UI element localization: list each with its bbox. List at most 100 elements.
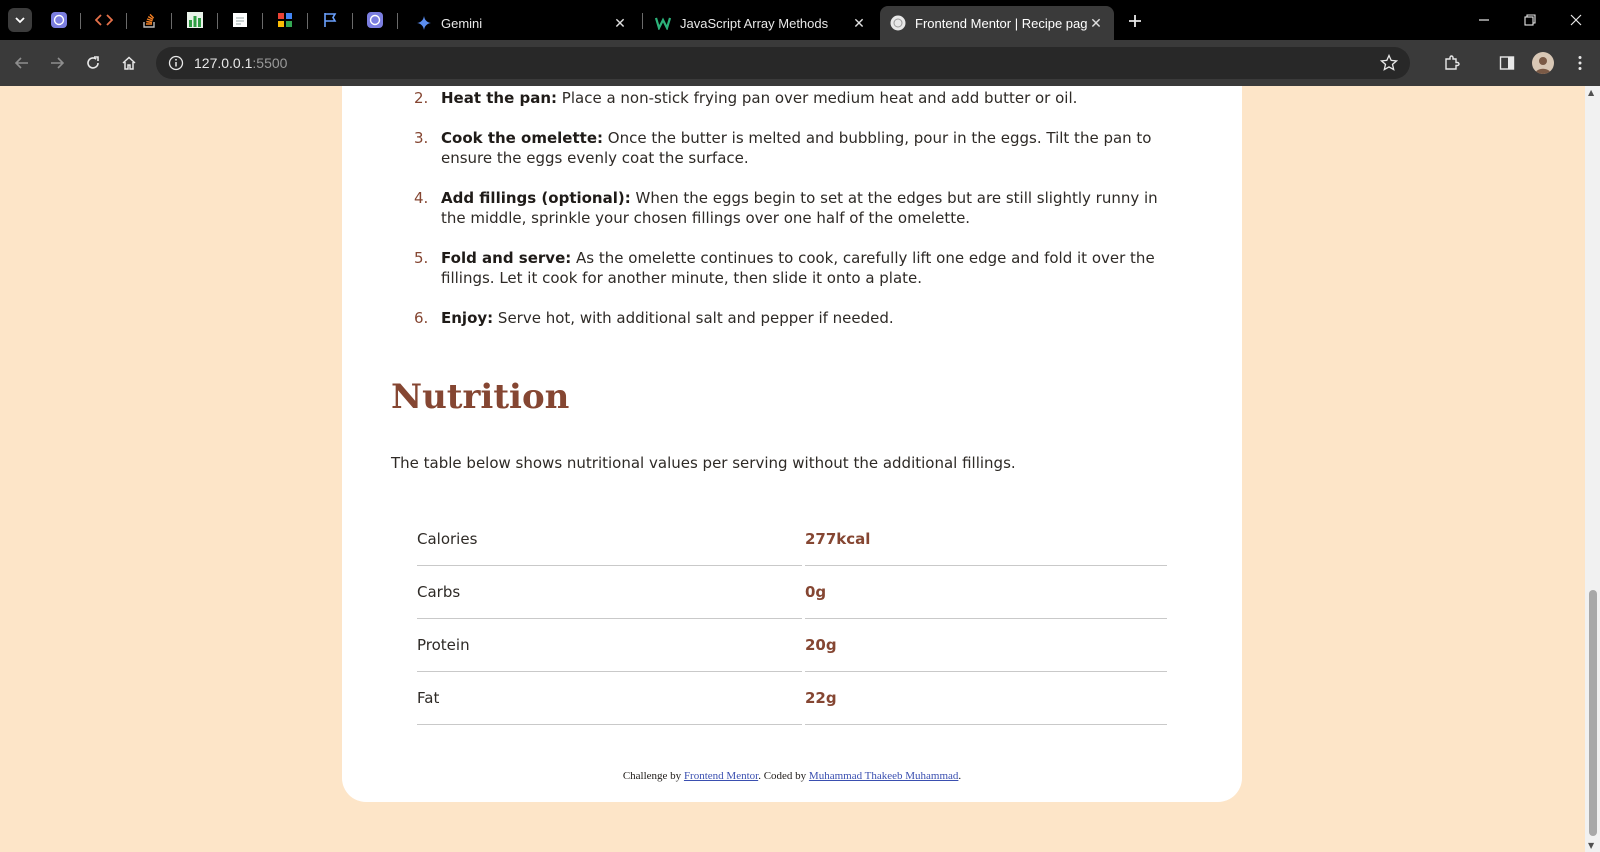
- tab-search-button[interactable]: [8, 8, 32, 32]
- bookmark-star-icon[interactable]: [1380, 54, 1398, 72]
- tab-separator: [80, 13, 81, 29]
- code-brackets-icon: [95, 14, 113, 26]
- tab-separator: [171, 13, 172, 29]
- instructions-list: 2. Heat the pan: Place a non-stick frying…: [414, 88, 1184, 348]
- footer-middle: . Coded by: [758, 770, 809, 782]
- forward-button[interactable]: [45, 51, 69, 75]
- pinned-tab-apps[interactable]: [273, 8, 297, 32]
- extensions-button[interactable]: [1440, 51, 1464, 75]
- info-icon[interactable]: [168, 55, 184, 71]
- reload-button[interactable]: [81, 51, 105, 75]
- tab-title: Gemini: [441, 15, 483, 31]
- colorful-logo-icon: [278, 13, 292, 27]
- footer-prefix: Challenge by: [622, 770, 684, 782]
- tab-separator: [352, 13, 353, 29]
- pinned-tab-chatgpt-2[interactable]: [363, 8, 387, 32]
- stackoverflow-icon: [143, 13, 155, 28]
- tab-gemini[interactable]: Gemini ✕: [406, 6, 638, 40]
- step-text: Place a non-stick frying pan over medium…: [557, 89, 1078, 107]
- browser-toolbar: 127.0.0.1:5500: [0, 40, 1600, 86]
- tab-separator: [397, 13, 398, 29]
- nutrition-heading: Nutrition: [391, 377, 570, 417]
- scroll-up-arrow-icon[interactable]: ▲: [1588, 88, 1594, 97]
- side-panel-icon: [1499, 56, 1515, 70]
- tab-separator: [307, 13, 308, 29]
- step-number: 2.: [414, 89, 429, 107]
- footer-suffix: .: [958, 770, 962, 782]
- close-icon[interactable]: ✕: [1088, 15, 1104, 31]
- pinned-tab-code[interactable]: [92, 8, 116, 32]
- step-title: Fold and serve:: [441, 249, 572, 267]
- close-window-button[interactable]: [1558, 6, 1594, 34]
- close-icon[interactable]: ✕: [612, 15, 628, 31]
- new-tab-button[interactable]: [1124, 10, 1146, 32]
- nutrient-label: Fat: [417, 672, 802, 725]
- step-title: Enjoy:: [441, 309, 494, 327]
- recipe-card: 2. Heat the pan: Place a non-stick frying…: [342, 86, 1242, 802]
- profile-avatar[interactable]: [1532, 52, 1554, 74]
- minimize-button[interactable]: [1466, 6, 1502, 34]
- nutrient-label: Protein: [417, 619, 802, 672]
- pinned-tab-flag[interactable]: [318, 8, 342, 32]
- nutrient-label: Carbs: [417, 566, 802, 619]
- pinned-tab-doc[interactable]: [228, 8, 252, 32]
- kebab-menu-icon: [1578, 56, 1582, 70]
- close-icon: [1570, 14, 1582, 26]
- openai-icon: [367, 12, 383, 28]
- list-item: 4. Add fillings (optional): When the eggs…: [414, 188, 1184, 228]
- avatar-icon: [1535, 57, 1551, 74]
- arrow-left-icon: [14, 57, 28, 69]
- list-item: 5. Fold and serve: As the omelette contin…: [414, 248, 1184, 288]
- minimize-icon: [1479, 19, 1489, 21]
- restore-button[interactable]: [1512, 6, 1548, 34]
- step-title: Cook the omelette:: [441, 129, 603, 147]
- frontend-mentor-link[interactable]: Frontend Mentor: [684, 770, 758, 782]
- openai-icon: [51, 12, 67, 28]
- table-row: Calories 277kcal: [417, 513, 1167, 566]
- pinned-tab-chatgpt[interactable]: [47, 8, 71, 32]
- nutrient-value: 22g: [805, 672, 1167, 725]
- gemini-icon: [416, 15, 432, 31]
- list-item: 6. Enjoy: Serve hot, with additional salt…: [414, 308, 1184, 328]
- step-text: Serve hot, with additional salt and pepp…: [493, 309, 894, 327]
- nutrient-value: 277kcal: [805, 513, 1167, 566]
- table-row: Protein 20g: [417, 619, 1167, 672]
- bar-chart-icon: [187, 12, 203, 28]
- step-number: 6.: [414, 309, 429, 327]
- puzzle-icon: [1445, 55, 1460, 70]
- home-button[interactable]: [117, 51, 141, 75]
- home-icon: [122, 56, 136, 70]
- flag-icon: [324, 13, 337, 27]
- w-logo-icon: [655, 15, 671, 31]
- list-item: 3. Cook the omelette: Once the butter is …: [414, 128, 1184, 168]
- tab-separator: [642, 13, 643, 29]
- back-button[interactable]: [10, 51, 34, 75]
- vertical-scrollbar[interactable]: ▲ ▼: [1585, 86, 1600, 852]
- tab-recipe-page[interactable]: Frontend Mentor | Recipe page ✕: [880, 6, 1114, 40]
- side-panel-button[interactable]: [1495, 51, 1519, 75]
- address-bar[interactable]: 127.0.0.1:5500: [156, 47, 1410, 79]
- scrollbar-thumb[interactable]: [1589, 590, 1597, 836]
- list-item: 2. Heat the pan: Place a non-stick frying…: [414, 88, 1184, 108]
- tab-separator: [217, 13, 218, 29]
- tab-separator: [126, 13, 127, 29]
- url-host: 127.0.0.1: [194, 55, 253, 71]
- tab-js-array-methods[interactable]: JavaScript Array Methods ✕: [645, 6, 877, 40]
- pinned-tab-chart[interactable]: [183, 8, 207, 32]
- table-row: Fat 22g: [417, 672, 1167, 725]
- menu-button[interactable]: [1568, 51, 1592, 75]
- step-number: 5.: [414, 249, 429, 267]
- nutrition-table: Calories 277kcal Carbs 0g Protein 20g Fat 22…: [414, 513, 1170, 725]
- chevron-down-icon: [15, 17, 25, 24]
- tab-separator: [262, 13, 263, 29]
- author-link[interactable]: Muhammad Thakeeb Muhammad: [809, 770, 958, 782]
- table-row: Carbs 0g: [417, 566, 1167, 619]
- globe-icon: [890, 15, 906, 31]
- scroll-down-arrow-icon[interactable]: ▼: [1588, 841, 1594, 850]
- step-title: Add fillings (optional):: [441, 189, 631, 207]
- restore-icon: [1524, 14, 1536, 26]
- pinned-tab-stackoverflow[interactable]: [137, 8, 161, 32]
- step-number: 3.: [414, 129, 429, 147]
- close-icon[interactable]: ✕: [851, 15, 867, 31]
- step-title: Heat the pan:: [441, 89, 558, 107]
